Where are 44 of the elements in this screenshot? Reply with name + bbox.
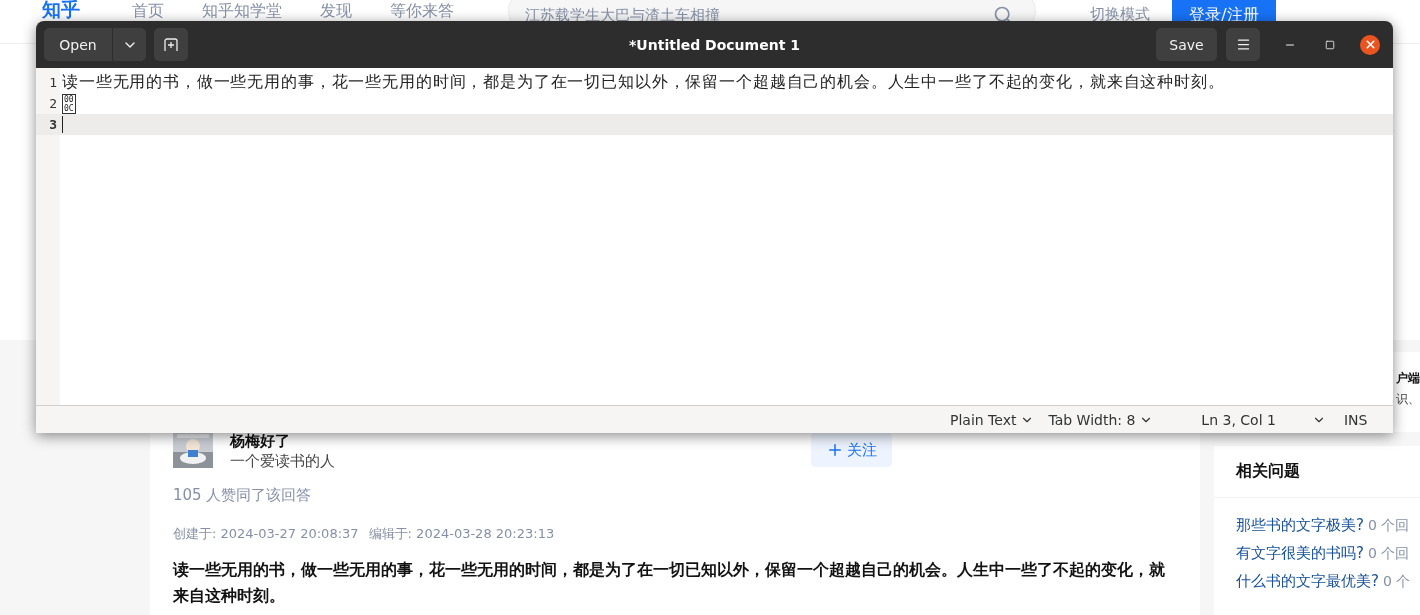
new-tab-icon xyxy=(163,36,179,53)
window-title: *Untitled Document 1 xyxy=(629,36,800,53)
question-link[interactable]: 有文字很美的书吗? xyxy=(1236,544,1364,562)
nav-link[interactable]: 等你来答 xyxy=(390,1,454,20)
related-title: 相关问题 xyxy=(1214,446,1420,498)
nav-link[interactable]: 知乎知学堂 xyxy=(202,1,282,20)
menu-icon xyxy=(1235,37,1251,52)
answer-count: 0 个 xyxy=(1382,572,1411,590)
menu-button[interactable] xyxy=(1226,28,1260,61)
cursor-position: Ln 3, Col 1 xyxy=(1201,411,1276,428)
answer-text: 读一些无用的书，做一些无用的事，花一些无用的时间，都是为了在一切已知以外，保留一个超越自己的机会。人生中一些了不起的变化，就来自这种时刻。 xyxy=(173,559,1166,607)
card-title: 户端 xyxy=(1396,370,1420,387)
author-bio: 一个爱读书的人 xyxy=(230,451,335,472)
answer-count: 0 个回 xyxy=(1367,544,1410,562)
line-number: 1 xyxy=(48,74,58,92)
author-name[interactable]: 杨梅好了 xyxy=(230,432,290,450)
card-text: 识、 xyxy=(1396,391,1420,408)
open-menu-button[interactable] xyxy=(112,28,146,61)
save-button[interactable]: Save xyxy=(1156,28,1217,61)
question-link[interactable]: 那些书的文字极美? xyxy=(1236,516,1364,534)
created-time: 创建于: 2024-03-27 20:08:37 xyxy=(173,525,359,543)
control-character: 00 0C xyxy=(62,93,76,114)
question-link[interactable]: 什么书的文字最优美? xyxy=(1236,572,1379,590)
mode-switch-link[interactable]: 切换模式 xyxy=(1090,5,1150,24)
edited-time: 编辑于: 2024-03-28 20:23:13 xyxy=(368,525,555,543)
nav-link[interactable]: 首页 xyxy=(132,1,164,20)
open-button[interactable]: Open xyxy=(44,28,112,61)
text-line: 读一些无用的书，做一些无用的事，花一些无用的时间，都是为了在一切已知以外，保留一个超越自己的机会。人生中一些了不起的变化，就来自这种时刻。 xyxy=(62,72,1225,93)
language-selector[interactable]: Plain Text xyxy=(950,411,1035,428)
tab-width-selector[interactable]: Tab Width: 8 xyxy=(1048,411,1154,428)
line-number: 2 xyxy=(48,95,58,113)
follow-button[interactable]: 关注 xyxy=(811,433,892,467)
new-tab-button[interactable] xyxy=(154,28,188,61)
site-logo[interactable]: 知乎 xyxy=(42,0,80,19)
plus-icon xyxy=(826,441,844,459)
maximize-icon xyxy=(1325,39,1335,50)
insert-mode: INS xyxy=(1343,411,1368,428)
close-icon xyxy=(1363,38,1377,51)
nav-link[interactable]: 发现 xyxy=(320,1,352,20)
line-number: 3 xyxy=(36,114,60,135)
answer-count: 0 个回 xyxy=(1367,516,1410,534)
vote-count: 105 人赞同了该回答 xyxy=(173,486,313,505)
text-cursor xyxy=(62,116,63,133)
close-button[interactable] xyxy=(1360,34,1380,55)
